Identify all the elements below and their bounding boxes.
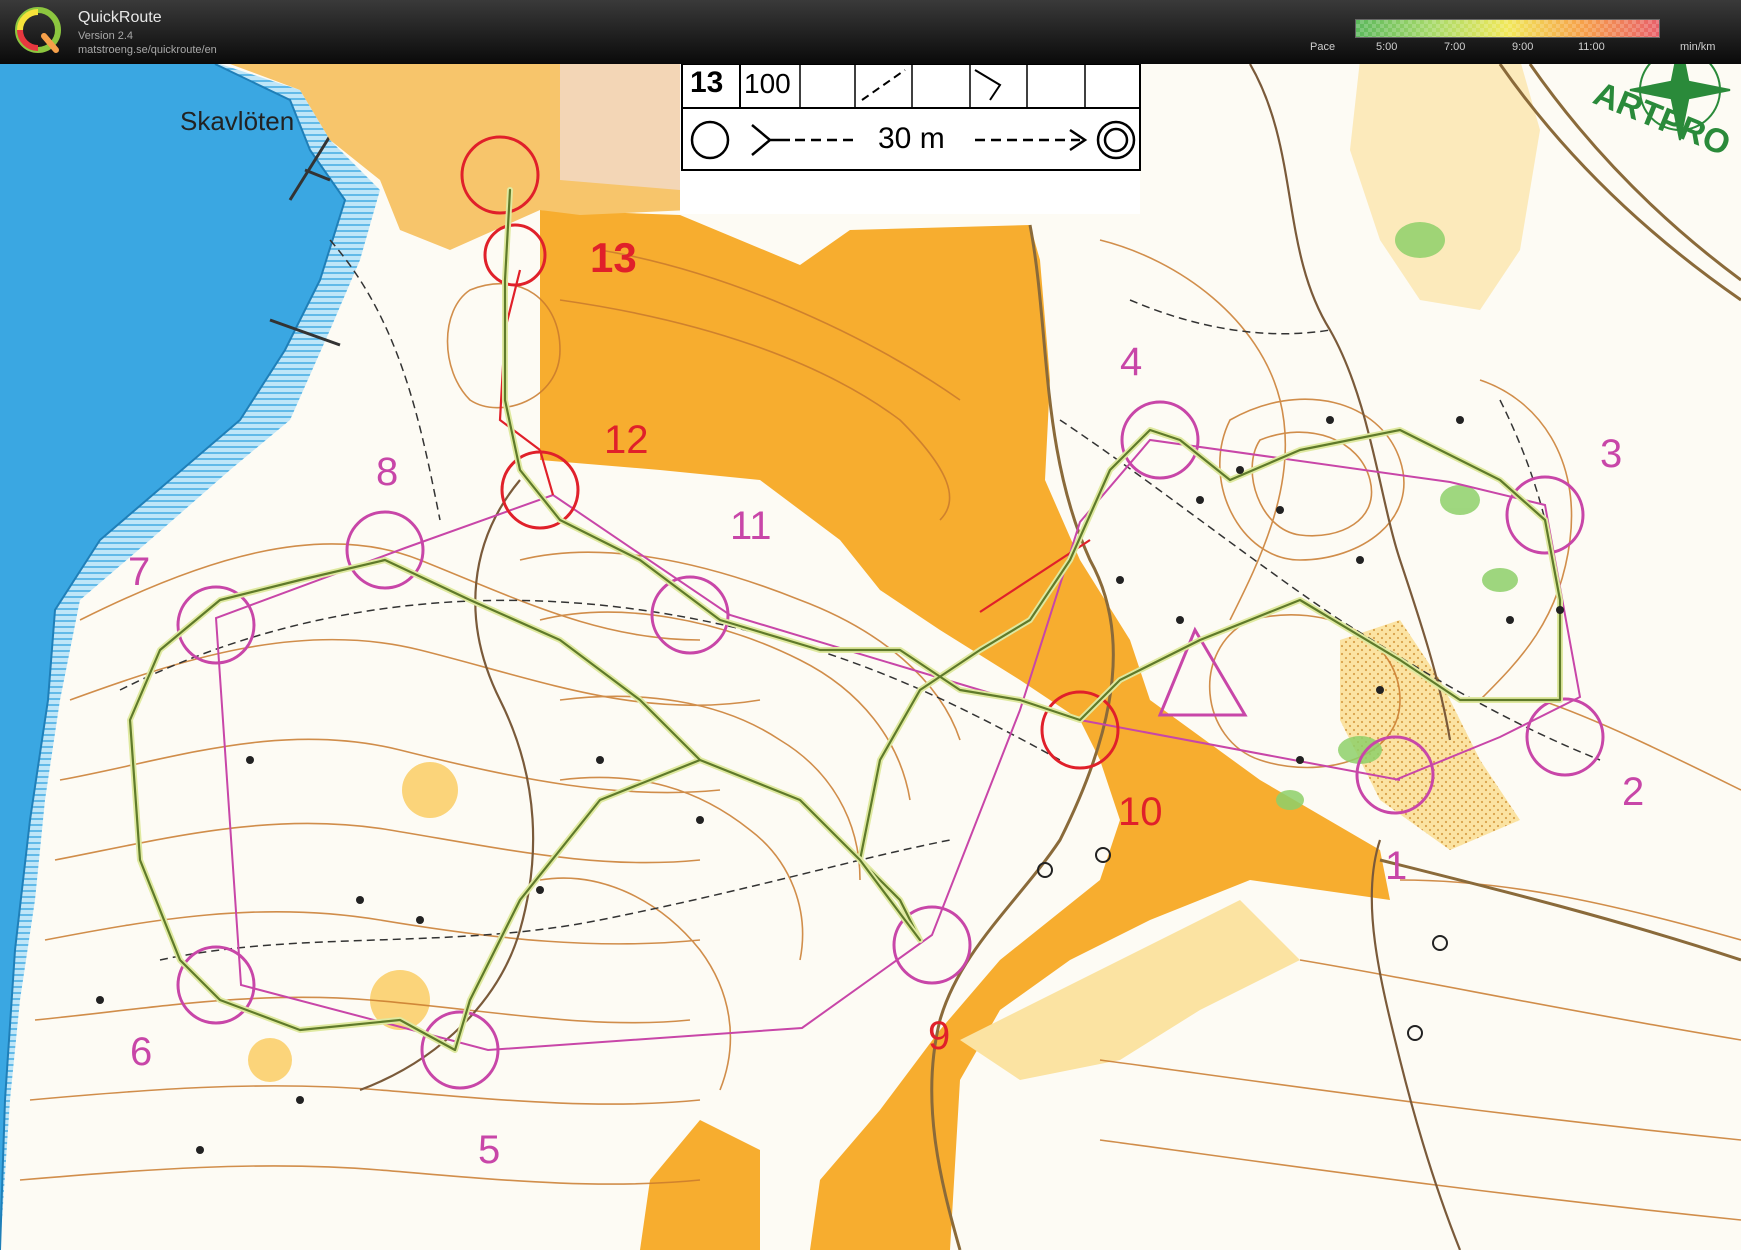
control-box-length: 100 xyxy=(744,68,791,99)
app-header: QuickRoute Version 2.4 matstroeng.se/qui… xyxy=(0,0,1741,64)
control-number-6: 6 xyxy=(130,1030,153,1074)
rough-open-ne xyxy=(1350,64,1540,310)
control-number-11: 11 xyxy=(730,504,772,548)
control-box-distance: 30 m xyxy=(878,122,945,155)
yellow-patch-s xyxy=(640,1120,760,1250)
place-name-label: Skavlöten xyxy=(180,106,295,136)
building-area xyxy=(560,64,680,190)
finish-circle xyxy=(483,223,547,287)
pace-color-scale xyxy=(1355,19,1660,38)
orienteering-map[interactable]: Skavlöten 13 100 30 m ARTPRO 1 2 3 4 5 6… xyxy=(0,64,1741,1250)
start-triangle xyxy=(1157,626,1248,717)
control-number-12: 12 xyxy=(604,418,649,462)
control-number-3: 3 xyxy=(1600,432,1623,476)
control-number-10: 10 xyxy=(1118,790,1163,834)
pace-tick-5: 5:00 xyxy=(1376,41,1398,53)
app-url-link[interactable]: matstroeng.se/quickroute/en xyxy=(78,44,217,56)
app-version: Version 2.4 xyxy=(78,30,134,42)
control-circle-2 xyxy=(1525,697,1605,777)
app-title: QuickRoute xyxy=(78,9,162,26)
yellow-spot-3 xyxy=(248,1038,292,1082)
control-box-number: 13 xyxy=(690,66,724,99)
control-number-8: 8 xyxy=(376,450,399,494)
pace-tick-11: 11:00 xyxy=(1578,41,1605,53)
map-canvas xyxy=(0,64,1741,1250)
yellow-spot-1 xyxy=(402,762,458,818)
pace-label: Pace xyxy=(1310,41,1336,53)
control-number-2: 2 xyxy=(1622,770,1645,814)
control-number-9: 9 xyxy=(928,1014,951,1058)
control-number-7: 7 xyxy=(128,550,151,594)
pace-tick-7: 7:00 xyxy=(1444,41,1466,53)
control-number-4: 4 xyxy=(1120,340,1143,384)
pace-unit: min/km xyxy=(1680,41,1716,53)
quickroute-logo-icon xyxy=(15,7,61,53)
control-number-13: 13 xyxy=(590,234,637,281)
pace-tick-9: 9:00 xyxy=(1512,41,1534,53)
control-circle-4 xyxy=(1120,400,1200,480)
control-number-1: 1 xyxy=(1385,844,1408,888)
control-number-5: 5 xyxy=(478,1128,501,1172)
